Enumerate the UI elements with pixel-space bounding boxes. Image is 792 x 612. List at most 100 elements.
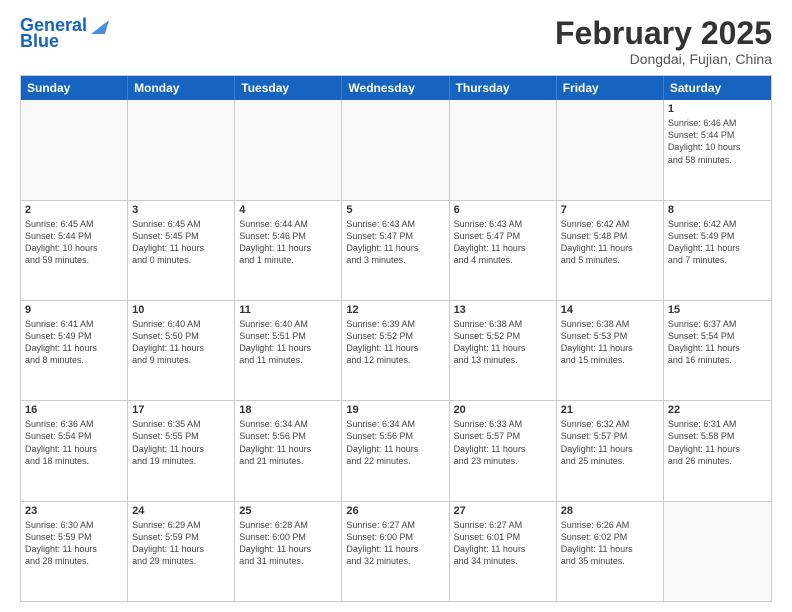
day-info: Sunrise: 6:35 AM Sunset: 5:55 PM Dayligh… bbox=[132, 418, 230, 467]
empty-cell bbox=[557, 100, 664, 199]
day-info: Sunrise: 6:46 AM Sunset: 5:44 PM Dayligh… bbox=[668, 117, 767, 166]
day-info: Sunrise: 6:40 AM Sunset: 5:51 PM Dayligh… bbox=[239, 318, 337, 367]
day-number: 1 bbox=[668, 103, 767, 115]
day-info: Sunrise: 6:27 AM Sunset: 6:01 PM Dayligh… bbox=[454, 519, 552, 568]
day-number: 17 bbox=[132, 404, 230, 416]
day-cell-11: 11Sunrise: 6:40 AM Sunset: 5:51 PM Dayli… bbox=[235, 301, 342, 400]
day-header-sunday: Sunday bbox=[21, 76, 128, 100]
calendar: SundayMondayTuesdayWednesdayThursdayFrid… bbox=[20, 75, 772, 602]
day-cell-16: 16 Sunrise: 6:36 AM Sunset: 5:54 PM Dayli… bbox=[21, 401, 128, 500]
day-info: Sunrise: 6:30 AM Sunset: 5:59 PM Dayligh… bbox=[25, 519, 123, 568]
day-info: Sunrise: 6:43 AM Sunset: 5:47 PM Dayligh… bbox=[346, 218, 444, 267]
month-title: February 2025 bbox=[555, 16, 772, 51]
day-info: Sunrise: 6:34 AM Sunset: 5:56 PM Dayligh… bbox=[239, 418, 337, 467]
day-cell-25: 25 Sunrise: 6:28 AM Sunset: 6:00 PM Dayli… bbox=[235, 502, 342, 601]
day-info: Sunrise: 6:39 AM Sunset: 5:52 PM Dayligh… bbox=[346, 318, 444, 367]
day-number: 28 bbox=[561, 505, 659, 517]
day-cell-8: 8Sunrise: 6:42 AM Sunset: 5:49 PM Daylig… bbox=[664, 201, 771, 300]
day-cell-15: 15 Sunrise: 6:37 AM Sunset: 5:54 PM Dayli… bbox=[664, 301, 771, 400]
day-info: Sunrise: 6:40 AM Sunset: 5:50 PM Dayligh… bbox=[132, 318, 230, 367]
day-info: Sunrise: 6:27 AM Sunset: 6:00 PM Dayligh… bbox=[346, 519, 444, 568]
day-cell-23: 23 Sunrise: 6:30 AM Sunset: 5:59 PM Dayli… bbox=[21, 502, 128, 601]
day-info: Sunrise: 6:32 AM Sunset: 5:57 PM Dayligh… bbox=[561, 418, 659, 467]
calendar-header: SundayMondayTuesdayWednesdayThursdayFrid… bbox=[21, 76, 771, 100]
day-header-monday: Monday bbox=[128, 76, 235, 100]
day-number: 5 bbox=[346, 204, 444, 216]
empty-cell bbox=[450, 100, 557, 199]
logo-bird-icon bbox=[87, 16, 109, 36]
page: General Blue February 2025 Dongdai, Fuji… bbox=[0, 0, 792, 612]
day-info: Sunrise: 6:43 AM Sunset: 5:47 PM Dayligh… bbox=[454, 218, 552, 267]
day-info: Sunrise: 6:38 AM Sunset: 5:53 PM Dayligh… bbox=[561, 318, 659, 367]
day-cell-22: 22 Sunrise: 6:31 AM Sunset: 5:58 PM Dayli… bbox=[664, 401, 771, 500]
day-header-tuesday: Tuesday bbox=[235, 76, 342, 100]
day-info: Sunrise: 6:45 AM Sunset: 5:44 PM Dayligh… bbox=[25, 218, 123, 267]
day-cell-13: 13 Sunrise: 6:38 AM Sunset: 5:52 PM Dayli… bbox=[450, 301, 557, 400]
day-header-thursday: Thursday bbox=[450, 76, 557, 100]
day-number: 2 bbox=[25, 204, 123, 216]
day-cell-28: 28 Sunrise: 6:26 AM Sunset: 6:02 PM Dayli… bbox=[557, 502, 664, 601]
day-number: 18 bbox=[239, 404, 337, 416]
empty-cell bbox=[664, 502, 771, 601]
day-info: Sunrise: 6:42 AM Sunset: 5:48 PM Dayligh… bbox=[561, 218, 659, 267]
day-header-saturday: Saturday bbox=[664, 76, 771, 100]
day-cell-14: 14 Sunrise: 6:38 AM Sunset: 5:53 PM Dayli… bbox=[557, 301, 664, 400]
day-info: Sunrise: 6:29 AM Sunset: 5:59 PM Dayligh… bbox=[132, 519, 230, 568]
day-cell-19: 19 Sunrise: 6:34 AM Sunset: 5:56 PM Dayli… bbox=[342, 401, 449, 500]
day-info: Sunrise: 6:36 AM Sunset: 5:54 PM Dayligh… bbox=[25, 418, 123, 467]
empty-cell bbox=[21, 100, 128, 199]
day-info: Sunrise: 6:45 AM Sunset: 5:45 PM Dayligh… bbox=[132, 218, 230, 267]
day-info: Sunrise: 6:37 AM Sunset: 5:54 PM Dayligh… bbox=[668, 318, 767, 367]
logo: General Blue bbox=[20, 16, 109, 52]
empty-cell bbox=[235, 100, 342, 199]
calendar-week-3: 9Sunrise: 6:41 AM Sunset: 5:49 PM Daylig… bbox=[21, 301, 771, 401]
day-cell-12: 12Sunrise: 6:39 AM Sunset: 5:52 PM Dayli… bbox=[342, 301, 449, 400]
day-number: 14 bbox=[561, 304, 659, 316]
day-cell-17: 17 Sunrise: 6:35 AM Sunset: 5:55 PM Dayli… bbox=[128, 401, 235, 500]
empty-cell bbox=[128, 100, 235, 199]
day-cell-27: 27Sunrise: 6:27 AM Sunset: 6:01 PM Dayli… bbox=[450, 502, 557, 601]
calendar-body: 1 Sunrise: 6:46 AM Sunset: 5:44 PM Daylig… bbox=[21, 100, 771, 601]
day-number: 24 bbox=[132, 505, 230, 517]
calendar-week-2: 2 Sunrise: 6:45 AM Sunset: 5:44 PM Daylig… bbox=[21, 201, 771, 301]
day-cell-3: 3 Sunrise: 6:45 AM Sunset: 5:45 PM Daylig… bbox=[128, 201, 235, 300]
day-number: 16 bbox=[25, 404, 123, 416]
day-cell-18: 18 Sunrise: 6:34 AM Sunset: 5:56 PM Dayli… bbox=[235, 401, 342, 500]
logo-text-blue: Blue bbox=[20, 32, 59, 52]
day-number: 22 bbox=[668, 404, 767, 416]
header: General Blue February 2025 Dongdai, Fuji… bbox=[20, 16, 772, 67]
day-info: Sunrise: 6:31 AM Sunset: 5:58 PM Dayligh… bbox=[668, 418, 767, 467]
day-number: 23 bbox=[25, 505, 123, 517]
day-info: Sunrise: 6:38 AM Sunset: 5:52 PM Dayligh… bbox=[454, 318, 552, 367]
day-number: 25 bbox=[239, 505, 337, 517]
day-info: Sunrise: 6:34 AM Sunset: 5:56 PM Dayligh… bbox=[346, 418, 444, 467]
day-cell-24: 24 Sunrise: 6:29 AM Sunset: 5:59 PM Dayli… bbox=[128, 502, 235, 601]
day-cell-10: 10Sunrise: 6:40 AM Sunset: 5:50 PM Dayli… bbox=[128, 301, 235, 400]
day-info: Sunrise: 6:44 AM Sunset: 5:46 PM Dayligh… bbox=[239, 218, 337, 267]
day-info: Sunrise: 6:33 AM Sunset: 5:57 PM Dayligh… bbox=[454, 418, 552, 467]
day-info: Sunrise: 6:28 AM Sunset: 6:00 PM Dayligh… bbox=[239, 519, 337, 568]
empty-cell bbox=[342, 100, 449, 199]
day-header-wednesday: Wednesday bbox=[342, 76, 449, 100]
day-cell-7: 7 Sunrise: 6:42 AM Sunset: 5:48 PM Daylig… bbox=[557, 201, 664, 300]
day-number: 3 bbox=[132, 204, 230, 216]
day-cell-4: 4Sunrise: 6:44 AM Sunset: 5:46 PM Daylig… bbox=[235, 201, 342, 300]
day-cell-26: 26 Sunrise: 6:27 AM Sunset: 6:00 PM Dayli… bbox=[342, 502, 449, 601]
day-cell-20: 20Sunrise: 6:33 AM Sunset: 5:57 PM Dayli… bbox=[450, 401, 557, 500]
day-info: Sunrise: 6:26 AM Sunset: 6:02 PM Dayligh… bbox=[561, 519, 659, 568]
calendar-week-5: 23 Sunrise: 6:30 AM Sunset: 5:59 PM Dayli… bbox=[21, 502, 771, 601]
day-cell-5: 5 Sunrise: 6:43 AM Sunset: 5:47 PM Daylig… bbox=[342, 201, 449, 300]
header-right: February 2025 Dongdai, Fujian, China bbox=[555, 16, 772, 67]
location: Dongdai, Fujian, China bbox=[555, 51, 772, 67]
day-header-friday: Friday bbox=[557, 76, 664, 100]
day-number: 13 bbox=[454, 304, 552, 316]
day-number: 15 bbox=[668, 304, 767, 316]
day-number: 26 bbox=[346, 505, 444, 517]
day-number: 6 bbox=[454, 204, 552, 216]
day-number: 7 bbox=[561, 204, 659, 216]
calendar-week-4: 16 Sunrise: 6:36 AM Sunset: 5:54 PM Dayli… bbox=[21, 401, 771, 501]
day-cell-6: 6 Sunrise: 6:43 AM Sunset: 5:47 PM Daylig… bbox=[450, 201, 557, 300]
day-number: 19 bbox=[346, 404, 444, 416]
day-cell-21: 21Sunrise: 6:32 AM Sunset: 5:57 PM Dayli… bbox=[557, 401, 664, 500]
calendar-week-1: 1 Sunrise: 6:46 AM Sunset: 5:44 PM Daylig… bbox=[21, 100, 771, 200]
